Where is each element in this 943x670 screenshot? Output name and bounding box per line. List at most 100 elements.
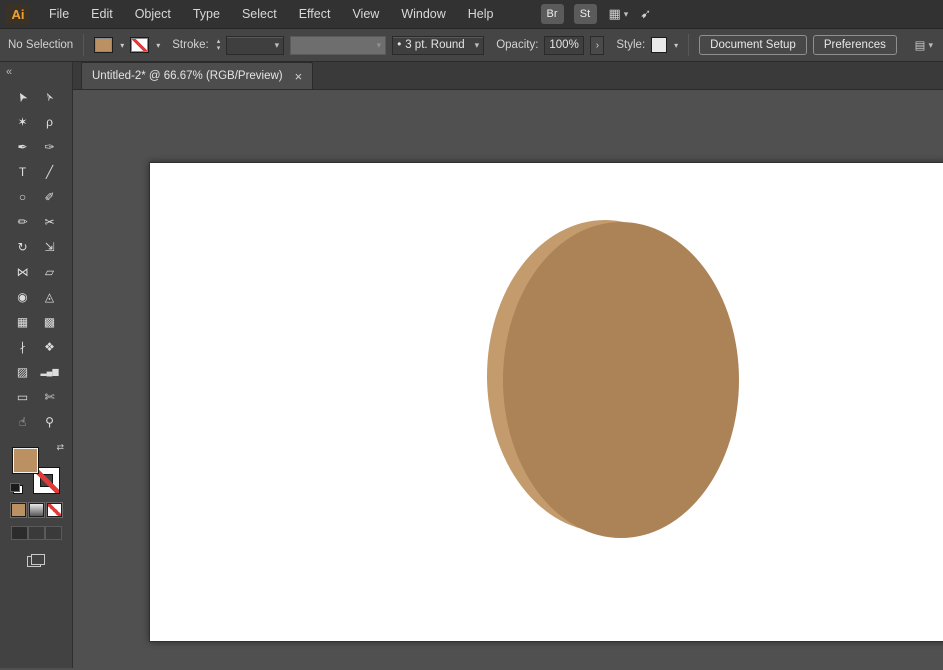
draw-behind-button[interactable]: [27, 526, 45, 540]
free-transform-tool[interactable]: ▱: [37, 260, 62, 283]
opacity-input[interactable]: [544, 35, 585, 55]
fill-color-box[interactable]: [12, 447, 39, 474]
style-label: Style:: [616, 39, 646, 51]
type-tool[interactable]: T: [10, 160, 35, 183]
line-segment-tool[interactable]: ╱: [37, 160, 62, 183]
symbol-sprayer-tool[interactable]: ▨: [10, 360, 35, 383]
menu-view[interactable]: View: [341, 0, 390, 29]
zoom-tool[interactable]: ⚲: [37, 410, 62, 433]
draw-normal-button[interactable]: [10, 526, 28, 540]
toolbar-collapse-button[interactable]: «: [0, 62, 72, 78]
gpu-performance-button[interactable]: ➹: [640, 6, 651, 22]
blend-tool[interactable]: ❖: [37, 335, 62, 358]
opacity-popup-button[interactable]: ›: [590, 35, 605, 55]
stroke-weight-dropdown[interactable]: ▾: [226, 35, 285, 55]
direct-selection-tool[interactable]: ➢: [37, 85, 62, 108]
pen-tool[interactable]: ✒: [10, 135, 35, 158]
ellipse-shape-front[interactable]: [503, 222, 739, 538]
menu-window[interactable]: Window: [390, 0, 456, 29]
stroke-color-swatch[interactable]: [130, 37, 150, 53]
pencil-tool[interactable]: ✏: [10, 210, 35, 233]
color-button[interactable]: [10, 503, 26, 517]
selection-tool-icon: ➤: [13, 88, 32, 105]
menu-select[interactable]: Select: [231, 0, 288, 29]
style-chevron-down-icon[interactable]: ▾: [674, 41, 678, 50]
scale-tool-icon: ⇲: [44, 239, 55, 254]
menu-effect[interactable]: Effect: [288, 0, 342, 29]
document-tab[interactable]: Untitled-2* @ 66.67% (RGB/Preview) ×: [81, 62, 314, 89]
paintbrush-tool[interactable]: ✐: [37, 185, 62, 208]
separator: [688, 34, 690, 56]
arrange-documents-control[interactable]: ▦ ▾: [609, 6, 629, 22]
column-graph-tool[interactable]: ▂▄▆: [37, 360, 62, 383]
slice-tool[interactable]: ✄: [37, 385, 62, 408]
stock-button[interactable]: St: [573, 4, 597, 24]
change-screen-mode-button[interactable]: [27, 554, 45, 567]
stroke-chevron-down-icon[interactable]: ▾: [156, 41, 160, 50]
eyedropper-tool[interactable]: ∤: [10, 335, 35, 358]
lasso-tool[interactable]: ρ: [37, 110, 62, 133]
selection-status: No Selection: [8, 39, 74, 51]
scale-tool[interactable]: ⇲: [37, 235, 62, 258]
scissors-tool[interactable]: ✂: [37, 210, 62, 233]
ellipse-tool[interactable]: ○: [10, 185, 35, 208]
none-button[interactable]: [46, 503, 62, 517]
hand-tool[interactable]: ☝: [10, 410, 35, 433]
canvas[interactable]: [73, 90, 943, 668]
rotate-tool[interactable]: ↻: [10, 235, 35, 258]
type-tool-icon: T: [18, 164, 27, 179]
brush-name: 3 pt. Round: [405, 39, 465, 51]
document-setup-button[interactable]: Document Setup: [699, 35, 807, 55]
menu-type[interactable]: Type: [182, 0, 231, 29]
draw-inside-button[interactable]: [44, 526, 62, 540]
menu-file[interactable]: File: [38, 0, 80, 29]
chevron-down-icon: ▾: [274, 39, 280, 50]
magic-wand-tool[interactable]: ✶: [10, 110, 35, 133]
swap-fill-stroke-icon[interactable]: ⇄: [56, 442, 64, 453]
width-tool-icon: ⋈: [16, 264, 29, 279]
preferences-button[interactable]: Preferences: [812, 35, 897, 55]
symbol-sprayer-tool-icon: ▨: [16, 364, 29, 379]
fill-color-swatch[interactable]: [94, 37, 114, 53]
opacity-label: Opacity:: [496, 39, 539, 51]
stepper-up-icon[interactable]: ▴: [217, 38, 221, 45]
paintbrush-tool-icon: ✐: [44, 189, 55, 204]
bridge-button[interactable]: Br: [540, 4, 564, 24]
menu-help[interactable]: Help: [457, 0, 505, 29]
mesh-tool[interactable]: ▦: [10, 310, 35, 333]
canvas-area: Untitled-2* @ 66.67% (RGB/Preview) ×: [73, 62, 943, 668]
hand-tool-icon: ☝: [18, 414, 27, 429]
artboard[interactable]: [149, 162, 943, 642]
brush-definition-dropdown[interactable]: • 3 pt. Round ▾: [392, 35, 485, 55]
gradient-tool[interactable]: ▩: [37, 310, 62, 333]
control-panel-menu[interactable]: ▤ ▾: [915, 38, 935, 53]
gradient-tool-icon: ▩: [43, 314, 56, 329]
arrange-documents-icon: ▦: [608, 6, 621, 21]
fill-chevron-down-icon[interactable]: ▾: [120, 41, 124, 50]
lasso-tool-icon: ρ: [46, 114, 53, 129]
pencil-tool-icon: ✏: [17, 214, 28, 229]
gpu-performance-icon: ➹: [640, 6, 652, 21]
chevron-down-icon: ▾: [928, 39, 933, 50]
stepper-down-icon[interactable]: ▾: [217, 45, 221, 52]
selection-tool[interactable]: ➤: [10, 85, 35, 108]
close-icon[interactable]: ×: [295, 70, 303, 83]
collapse-left-icon: «: [6, 66, 13, 78]
gradient-button[interactable]: [28, 503, 44, 517]
shape-builder-tool[interactable]: ◉: [10, 285, 35, 308]
tools-panel: « ➤ ➢ ✶ ρ ✒ ✑ T ╱ ○ ✐ ✏ ✂ ↻ ⇲ ⋈ ▱ ◉ ◬ ▦ …: [0, 62, 73, 668]
app-logo: Ai: [6, 3, 30, 25]
perspective-grid-tool[interactable]: ◬: [37, 285, 62, 308]
chevron-down-icon: ▾: [376, 39, 382, 50]
chevron-right-icon: ›: [595, 39, 600, 51]
width-tool[interactable]: ⋈: [10, 260, 35, 283]
mesh-tool-icon: ▦: [16, 314, 29, 329]
eyedropper-tool-icon: ∤: [19, 339, 26, 354]
stroke-weight-stepper[interactable]: ▴ ▾: [217, 38, 221, 52]
default-fill-stroke-icon[interactable]: [10, 483, 23, 494]
curvature-tool[interactable]: ✑: [37, 135, 62, 158]
artboard-tool[interactable]: ▭: [10, 385, 35, 408]
menu-edit[interactable]: Edit: [80, 0, 124, 29]
style-thumbnail[interactable]: [651, 37, 668, 53]
menu-object[interactable]: Object: [124, 0, 182, 29]
